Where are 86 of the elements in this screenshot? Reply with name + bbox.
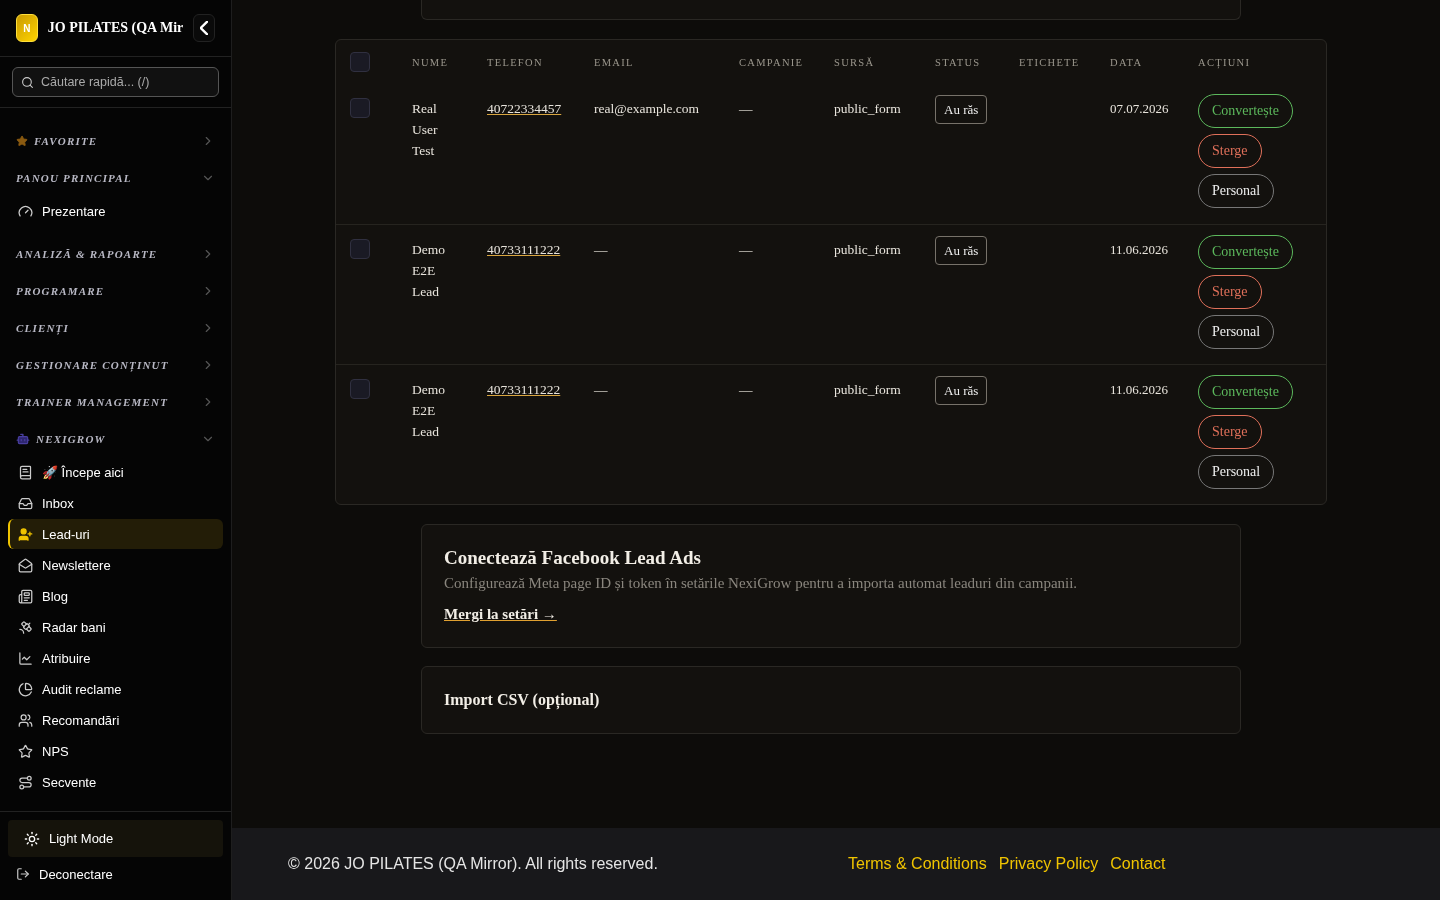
search-field[interactable]: Căutare rapidă... (/): [12, 67, 219, 97]
campaign-cell-text: —: [739, 241, 754, 259]
nav-section-header[interactable]: NEXIGROW: [8, 420, 223, 457]
status-select[interactable]: Au răs: [935, 376, 988, 405]
column-header: STATUS: [935, 56, 982, 68]
logout-icon: [16, 867, 30, 881]
chevron-left-icon: [200, 21, 209, 35]
nav-item[interactable]: NPS: [8, 736, 223, 766]
users-icon: [18, 712, 33, 728]
robot-icon: [16, 431, 30, 446]
select-all-checkbox[interactable]: [350, 52, 370, 72]
nav-item[interactable]: Atribuire: [8, 643, 223, 673]
brand-title: JO PILATES (QA Mir: [47, 20, 184, 36]
envelope-icon: [18, 557, 33, 573]
nav-item[interactable]: Audit reclame: [8, 674, 223, 704]
search-icon: [21, 76, 34, 89]
star-icon: [18, 743, 33, 759]
nav-section-header[interactable]: FAVORITE: [8, 122, 223, 159]
footer-link[interactable]: Terms & Conditions: [848, 855, 987, 873]
card-title: Conectează Facebook Lead Ads: [444, 547, 702, 569]
campaign-cell-text: —: [739, 100, 754, 118]
inbox-icon: [18, 495, 33, 511]
line-chart-icon: [18, 650, 33, 666]
nav-section-header[interactable]: GESTIONARE CONȚINUT: [8, 346, 223, 383]
column-header: NUME: [412, 56, 450, 68]
card-title: Import CSV (opțional): [444, 691, 601, 709]
campaign-cell-text: —: [739, 381, 754, 399]
column-header: TELEFON: [487, 56, 544, 68]
status-select[interactable]: Au răs: [935, 95, 988, 124]
logout-button[interactable]: Deconectare: [8, 858, 223, 890]
footer-link[interactable]: Contact: [1110, 855, 1166, 873]
phone-link[interactable]: 40733111222: [487, 242, 561, 257]
satellite-icon: [18, 619, 33, 635]
nav-section-header[interactable]: ANALIZĂ & RAPOARTE: [8, 235, 223, 272]
email-cell-text: real@example.com: [594, 100, 700, 118]
nav-item[interactable]: Lead-uri: [8, 519, 223, 549]
pie-chart-icon: [18, 681, 33, 697]
nav-item[interactable]: Inbox: [8, 488, 223, 518]
source-cell-text: public_form: [834, 241, 902, 259]
nav-section-header[interactable]: CLIENȚI: [8, 309, 223, 346]
nav-item[interactable]: 🚀 Începe aici: [8, 457, 223, 487]
column-header: DATA: [1110, 56, 1144, 68]
column-header: ACȚIUNI: [1198, 56, 1252, 68]
source-cell-text: public_form: [834, 100, 902, 118]
copyright-text: © 2026 JO PILATES (QA Mirror). All rights reserved.: [288, 855, 659, 873]
column-header: CAMPANIE: [739, 56, 805, 68]
email-cell-text: —: [594, 381, 609, 399]
name-cell-text: Demo E2E Lead: [412, 241, 446, 301]
nav-section-header[interactable]: PANOU PRINCIPAL: [8, 159, 223, 196]
column-header: ETICHETE: [1019, 56, 1081, 68]
column-header: SURSĂ: [834, 56, 876, 68]
row-checkbox[interactable]: [350, 379, 370, 399]
phone-link[interactable]: 40722334457: [487, 101, 562, 116]
newspaper-icon: [18, 588, 33, 604]
source-cell-text: public_form: [834, 381, 902, 399]
name-cell-text: Demo E2E Lead: [412, 381, 446, 441]
nav-section-header[interactable]: PROGRAMARE: [8, 272, 223, 309]
star-icon: [16, 134, 28, 147]
nav-item[interactable]: Prezentare: [8, 196, 223, 226]
book-icon: [18, 464, 33, 480]
nav-section-header[interactable]: TRAINER MANAGEMENT: [8, 383, 223, 420]
name-cell-text: Real User Test: [412, 100, 439, 160]
row-checkbox[interactable]: [350, 98, 370, 118]
user-plus-icon: [18, 526, 33, 542]
row-checkbox[interactable]: [350, 239, 370, 259]
phone-link[interactable]: 40733111222: [487, 382, 561, 397]
light-mode-button[interactable]: Light Mode: [8, 820, 223, 857]
email-cell-text: —: [594, 241, 609, 259]
brand-logo: N: [16, 14, 38, 42]
sun-icon: [24, 830, 40, 847]
route-icon: [18, 774, 33, 790]
footer-link[interactable]: Privacy Policy: [998, 855, 1099, 873]
nav-item[interactable]: Recomandări: [8, 705, 223, 735]
nav-item[interactable]: Radar bani: [8, 612, 223, 642]
date-cell-text: 07.07.2026: [1110, 100, 1170, 118]
gauge-icon: [18, 203, 33, 219]
status-select[interactable]: Au răs: [935, 236, 988, 265]
settings-link[interactable]: Mergi la setări →: [444, 606, 557, 623]
date-cell-text: 11.06.2026: [1110, 241, 1170, 259]
nav-item[interactable]: Blog: [8, 581, 223, 611]
collapse-sidebar-button[interactable]: [193, 14, 215, 42]
card-description: Configurează Meta page ID și token în setările NexiGrow pentru a importa automat leaduri din campanii.: [444, 575, 1079, 592]
nav-item[interactable]: Secvente: [8, 767, 223, 797]
column-header: EMAIL: [594, 56, 635, 68]
nav-item[interactable]: Newslettere: [8, 550, 223, 580]
date-cell-text: 11.06.2026: [1110, 381, 1170, 399]
